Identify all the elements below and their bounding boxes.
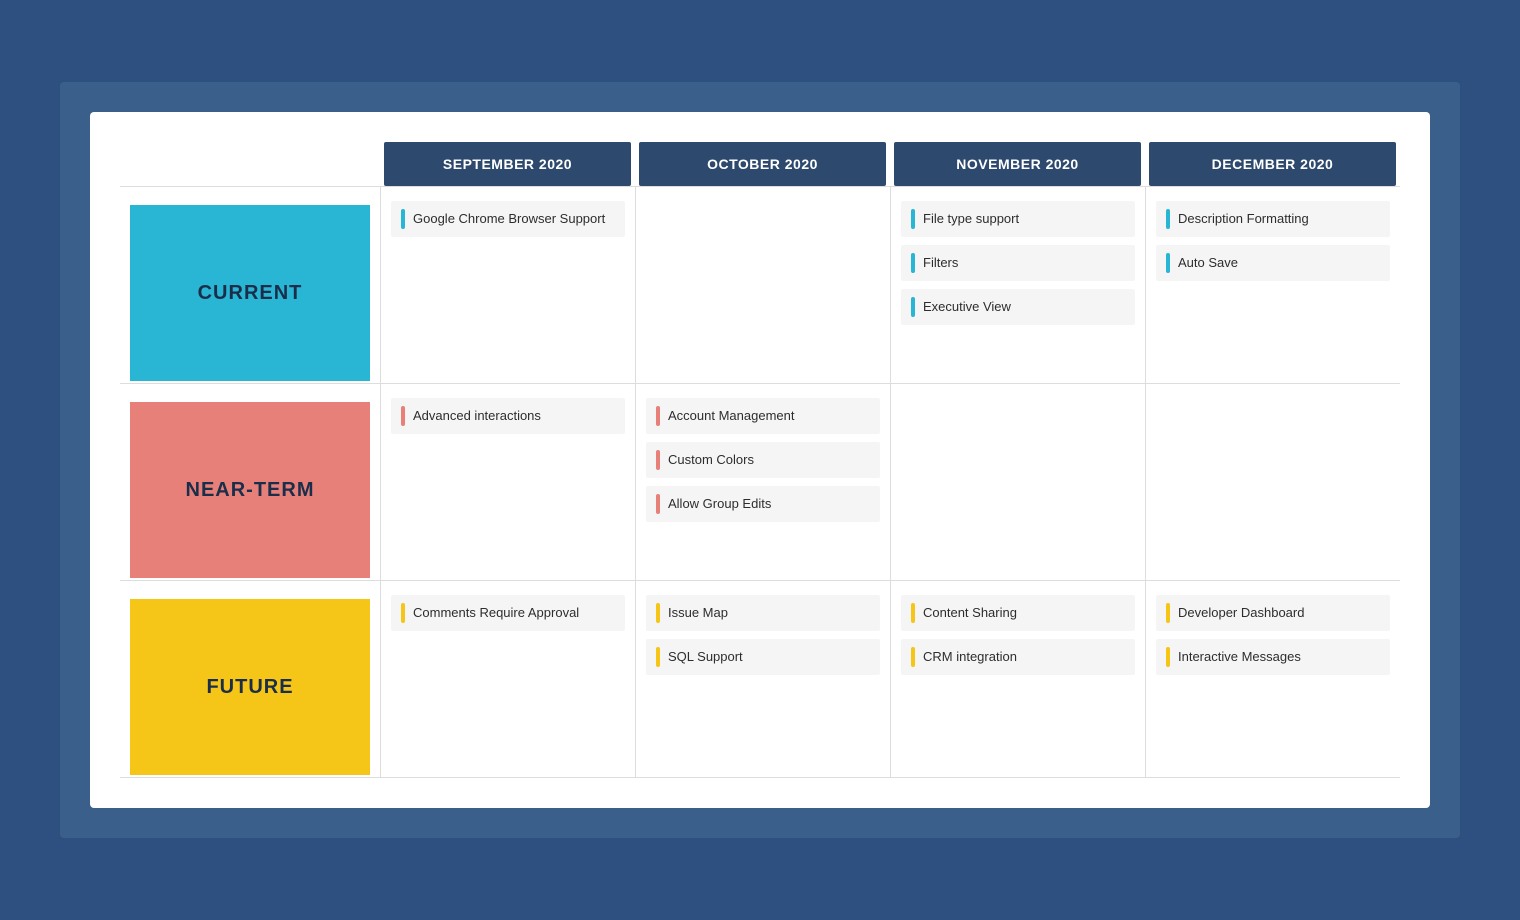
cell-current-oct <box>635 187 890 383</box>
feature-dev-dashboard-text: Developer Dashboard <box>1178 605 1304 622</box>
cell-future-nov: Content Sharing CRM integration <box>890 581 1145 777</box>
feature-auto-save-text: Auto Save <box>1178 255 1238 272</box>
feature-file-type-text: File type support <box>923 211 1019 228</box>
feature-comments-approve: Comments Require Approval <box>391 595 625 631</box>
white-board: SEPTEMBER 2020 OCTOBER 2020 NOVEMBER 202… <box>90 112 1430 808</box>
feature-dev-dashboard: Developer Dashboard <box>1156 595 1390 631</box>
cell-near-nov <box>890 384 1145 580</box>
feature-sql-support-text: SQL Support <box>668 649 743 666</box>
cell-current-dec: Description Formatting Auto Save <box>1145 187 1400 383</box>
feature-executive-view-text: Executive View <box>923 299 1011 316</box>
feature-custom-colors: Custom Colors <box>646 442 880 478</box>
cell-current-sep: Google Chrome Browser Support <box>380 187 635 383</box>
col-header-sep: SEPTEMBER 2020 <box>384 142 631 186</box>
accent-yellow-icon4 <box>911 603 915 623</box>
feature-account-mgmt-text: Account Management <box>668 408 794 425</box>
feature-filters-text: Filters <box>923 255 958 272</box>
accent-pink-icon4 <box>656 494 660 514</box>
feature-executive-view: Executive View <box>901 289 1135 325</box>
accent-blue-icon6 <box>1166 253 1170 273</box>
feature-desc-fmt: Description Formatting <box>1156 201 1390 237</box>
header-empty-cell <box>120 142 380 186</box>
feature-comments-approve-text: Comments Require Approval <box>413 605 579 622</box>
row-label-current: CURRENT <box>130 205 370 381</box>
row-label-future: FUTURE <box>130 599 370 775</box>
accent-blue-icon5 <box>1166 209 1170 229</box>
col-header-oct: OCTOBER 2020 <box>639 142 886 186</box>
cell-current-nov: File type support Filters Executive View <box>890 187 1145 383</box>
accent-blue-icon <box>401 209 405 229</box>
feature-auto-save: Auto Save <box>1156 245 1390 281</box>
feature-allow-group-text: Allow Group Edits <box>668 496 771 513</box>
row-future-label: FUTURE <box>206 676 293 699</box>
feature-adv-interactions: Advanced interactions <box>391 398 625 434</box>
accent-blue-icon2 <box>911 209 915 229</box>
accent-blue-icon3 <box>911 253 915 273</box>
accent-yellow-icon5 <box>911 647 915 667</box>
cell-future-oct: Issue Map SQL Support <box>635 581 890 777</box>
feature-interactive-msgs: Interactive Messages <box>1156 639 1390 675</box>
feature-crm-text: CRM integration <box>923 649 1017 666</box>
feature-google-chrome-text: Google Chrome Browser Support <box>413 211 605 228</box>
row-label-near: NEAR-TERM <box>130 402 370 578</box>
col-header-dec: DECEMBER 2020 <box>1149 142 1396 186</box>
header-row: SEPTEMBER 2020 OCTOBER 2020 NOVEMBER 202… <box>120 142 1400 186</box>
row-future: FUTURE Comments Require Approval Issue M… <box>120 580 1400 778</box>
feature-allow-group: Allow Group Edits <box>646 486 880 522</box>
feature-google-chrome: Google Chrome Browser Support <box>391 201 625 237</box>
feature-account-mgmt: Account Management <box>646 398 880 434</box>
feature-sql-support: SQL Support <box>646 639 880 675</box>
feature-filters: Filters <box>901 245 1135 281</box>
feature-adv-interactions-text: Advanced interactions <box>413 408 541 425</box>
feature-crm-integration: CRM integration <box>901 639 1135 675</box>
accent-blue-icon4 <box>911 297 915 317</box>
accent-yellow-icon3 <box>656 647 660 667</box>
row-current: CURRENT Google Chrome Browser Support Fi… <box>120 186 1400 383</box>
accent-pink-icon2 <box>656 406 660 426</box>
row-label-current-cell: CURRENT <box>120 187 380 383</box>
accent-yellow-icon2 <box>656 603 660 623</box>
feature-interactive-msgs-text: Interactive Messages <box>1178 649 1301 666</box>
cell-future-sep: Comments Require Approval <box>380 581 635 777</box>
row-near-term: NEAR-TERM Advanced interactions Account … <box>120 383 1400 580</box>
cell-near-oct: Account Management Custom Colors Allow G… <box>635 384 890 580</box>
cell-near-dec <box>1145 384 1400 580</box>
feature-issue-map-text: Issue Map <box>668 605 728 622</box>
outer-container: SEPTEMBER 2020 OCTOBER 2020 NOVEMBER 202… <box>60 82 1460 838</box>
accent-yellow-icon <box>401 603 405 623</box>
feature-content-sharing: Content Sharing <box>901 595 1135 631</box>
accent-pink-icon3 <box>656 450 660 470</box>
row-label-near-cell: NEAR-TERM <box>120 384 380 580</box>
accent-yellow-icon7 <box>1166 647 1170 667</box>
cell-near-sep: Advanced interactions <box>380 384 635 580</box>
accent-pink-icon <box>401 406 405 426</box>
feature-content-sharing-text: Content Sharing <box>923 605 1017 622</box>
row-near-label: NEAR-TERM <box>186 479 315 502</box>
row-label-future-cell: FUTURE <box>120 581 380 777</box>
row-current-label: CURRENT <box>198 282 303 305</box>
feature-file-type: File type support <box>901 201 1135 237</box>
cell-future-dec: Developer Dashboard Interactive Messages <box>1145 581 1400 777</box>
feature-custom-colors-text: Custom Colors <box>668 452 754 469</box>
accent-yellow-icon6 <box>1166 603 1170 623</box>
feature-issue-map: Issue Map <box>646 595 880 631</box>
col-header-nov: NOVEMBER 2020 <box>894 142 1141 186</box>
feature-desc-fmt-text: Description Formatting <box>1178 211 1309 228</box>
